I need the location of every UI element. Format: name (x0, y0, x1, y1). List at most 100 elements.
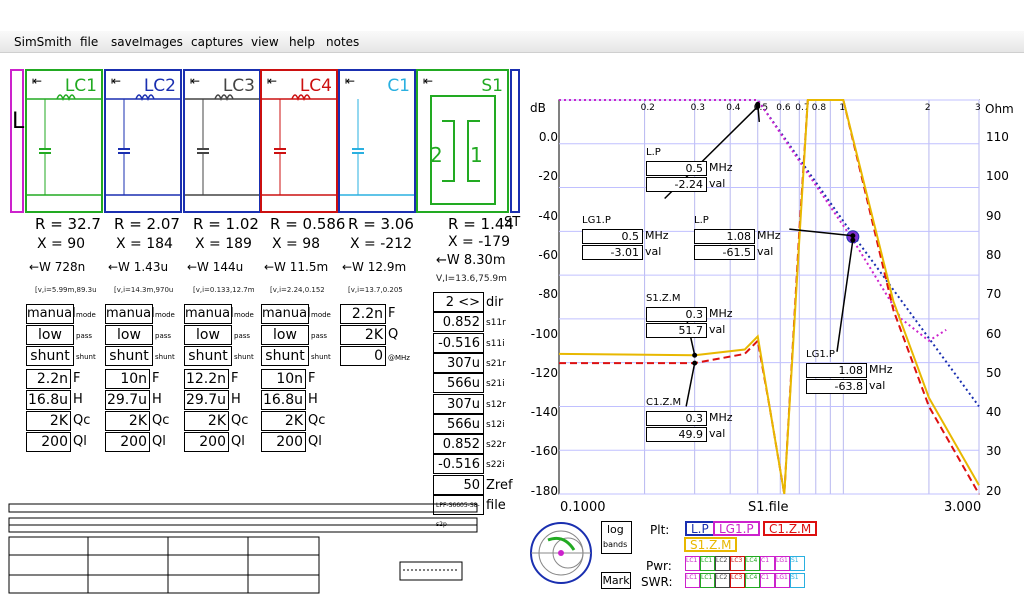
s-param-s21i[interactable]: 566u (433, 373, 484, 394)
menu-notes[interactable]: notes (326, 35, 359, 49)
s-param-Zref[interactable]: 50 (433, 474, 484, 495)
pass-select-2[interactable]: low (184, 325, 232, 345)
r-value-0: R = 32.7 (35, 215, 101, 233)
pass-select-0[interactable]: low (26, 325, 74, 345)
swr-toggle-0[interactable]: LC1 (685, 573, 700, 588)
menu-file[interactable]: file (80, 35, 98, 49)
swr-toggle-1[interactable]: LC1 (700, 573, 715, 588)
s-param-s22i[interactable]: -0.516 (433, 454, 484, 475)
swr-toggle-6[interactable]: LG1 (775, 573, 790, 588)
x-value-0: X = 90 (37, 236, 86, 252)
element-lc4[interactable]: ⇤ LC4 (260, 69, 338, 213)
pass-label-1: pass (155, 332, 172, 340)
menu-saveimages[interactable]: saveImages (111, 35, 183, 49)
mode-label-2: mode (234, 311, 254, 319)
mark-button[interactable]: Mark (601, 572, 631, 589)
pwr-toggle-4[interactable]: LC4 (745, 556, 760, 571)
f-input-2[interactable]: 12.2n (184, 369, 229, 389)
swr-toggle-7[interactable]: S1 (790, 573, 805, 588)
swr-toggle-5[interactable]: C1 (760, 573, 775, 588)
element-lc1[interactable]: ⇤ LC1 (25, 69, 103, 213)
annotation-val-unit-4: val (869, 379, 886, 392)
swr-toggle-4[interactable]: LC4 (745, 573, 760, 588)
pass-select-3[interactable]: low (261, 325, 309, 345)
element-s1[interactable]: ⇤ S1 2 1 (416, 69, 509, 213)
menu-help[interactable]: help (289, 35, 315, 49)
ql-input-2[interactable]: 200 (184, 432, 229, 452)
s-param-dir[interactable]: 2 <> 1 (433, 292, 484, 329)
ql-unit-1: Ql (152, 434, 166, 449)
s-param-s11i[interactable]: -0.516 (433, 332, 484, 353)
ql-input-0[interactable]: 200 (26, 432, 71, 452)
pwr-toggle-1[interactable]: LC1 (700, 556, 715, 571)
qc-input-2[interactable]: 2K (184, 411, 229, 431)
menu-view[interactable]: view (251, 35, 279, 49)
y-right-label-8: 30 (986, 444, 1002, 459)
s1-vi-value: V,I=13.6,75.9m (436, 274, 507, 284)
x-max-label: 3.000 (944, 500, 982, 515)
menu-simsmith[interactable]: SimSmith (14, 35, 72, 49)
left-partial-element[interactable]: L (10, 69, 24, 213)
h-input-0[interactable]: 16.8u (26, 390, 71, 410)
mode-select-1[interactable]: manual (105, 304, 155, 324)
smith-chart-icon[interactable] (528, 520, 594, 586)
s1-x-value: X = -179 (448, 234, 510, 250)
pass-select-1[interactable]: low (105, 325, 153, 345)
w-value-1: ←W 1.43u (108, 260, 169, 274)
bands-label: bands (603, 540, 628, 549)
annotation-mhz-4: 1.08 (806, 363, 867, 378)
c-f-input[interactable]: 2.2n (340, 304, 386, 324)
plot-toggle-l-p[interactable]: L.P (685, 521, 715, 536)
pwr-toggle-2[interactable]: LC2 (715, 556, 730, 571)
shunt-select-3[interactable]: shunt (261, 346, 309, 366)
mode-select-0[interactable]: manual (26, 304, 76, 324)
ql-input-1[interactable]: 200 (105, 432, 150, 452)
element-lc2[interactable]: ⇤ LC2 (104, 69, 182, 213)
qc-input-1[interactable]: 2K (105, 411, 150, 431)
s-param-s11r[interactable]: 0.852 (433, 312, 484, 333)
pwr-toggle-0[interactable]: LC1 (685, 556, 700, 571)
right-axis-title: Ohm (985, 102, 1014, 116)
s-param-s12r[interactable]: 307u (433, 393, 484, 414)
plot-toggle-s1-z-m[interactable]: S1.Z.M (684, 537, 738, 552)
swr-toggle-2[interactable]: LC2 (715, 573, 730, 588)
f-input-0[interactable]: 2.2n (26, 369, 71, 389)
s-param-s12i[interactable]: 566u (433, 413, 484, 434)
swr-toggle-3[interactable]: LC3 (730, 573, 745, 588)
s-param-s21r[interactable]: 307u (433, 352, 484, 373)
shunt-select-1[interactable]: shunt (105, 346, 153, 366)
annotation-title-5: C1.Z.M (646, 397, 682, 408)
pwr-toggle-5[interactable]: C1 (760, 556, 775, 571)
c-q-input[interactable]: 2K (340, 325, 386, 345)
annotation-mhz-1: 0.5 (582, 229, 643, 244)
h-input-3[interactable]: 16.8u (261, 390, 306, 410)
plot-toggle-c1-z-m[interactable]: C1.Z.M (763, 521, 818, 536)
ql-input-3[interactable]: 200 (261, 432, 306, 452)
pwr-toggle-6[interactable]: LG1 (775, 556, 790, 571)
pwr-label: Pwr: (646, 559, 672, 573)
element-lc3[interactable]: ⇤ LC3 (183, 69, 261, 213)
qc-input-0[interactable]: 2K (26, 411, 71, 431)
shunt-select-2[interactable]: shunt (184, 346, 232, 366)
pwr-toggle-7[interactable]: S1 (790, 556, 805, 571)
response-chart[interactable]: 0.2 0.3 0.4 0.5 0.6 0.7 0.8 1 2 3 (519, 98, 1024, 500)
mode-select-3[interactable]: manual (261, 304, 311, 324)
annotation-mhz-unit-2: MHz (757, 229, 781, 242)
h-input-2[interactable]: 29.7u (184, 390, 229, 410)
mode-select-2[interactable]: manual (184, 304, 234, 324)
element-c1[interactable]: ⇤ C1 (338, 69, 416, 213)
annotation-arrowhead-1 (755, 104, 761, 110)
h-input-1[interactable]: 29.7u (105, 390, 150, 410)
pwr-toggle-3[interactable]: LC3 (730, 556, 745, 571)
s-param-label-s21i: s21i (486, 379, 505, 390)
s-param-s22r[interactable]: 0.852 (433, 434, 484, 455)
f-input-3[interactable]: 10n (261, 369, 306, 389)
plot-toggle-lg1-p[interactable]: LG1.P (713, 521, 760, 536)
c-mhz-input[interactable]: 0 (340, 346, 386, 366)
menu-captures[interactable]: captures (191, 35, 243, 49)
shunt-select-0[interactable]: shunt (26, 346, 74, 366)
log-bands-toggle[interactable]: log bands (601, 521, 632, 554)
f-input-1[interactable]: 10n (105, 369, 150, 389)
qc-input-3[interactable]: 2K (261, 411, 306, 431)
annotation-mhz-unit-5: MHz (709, 411, 733, 424)
